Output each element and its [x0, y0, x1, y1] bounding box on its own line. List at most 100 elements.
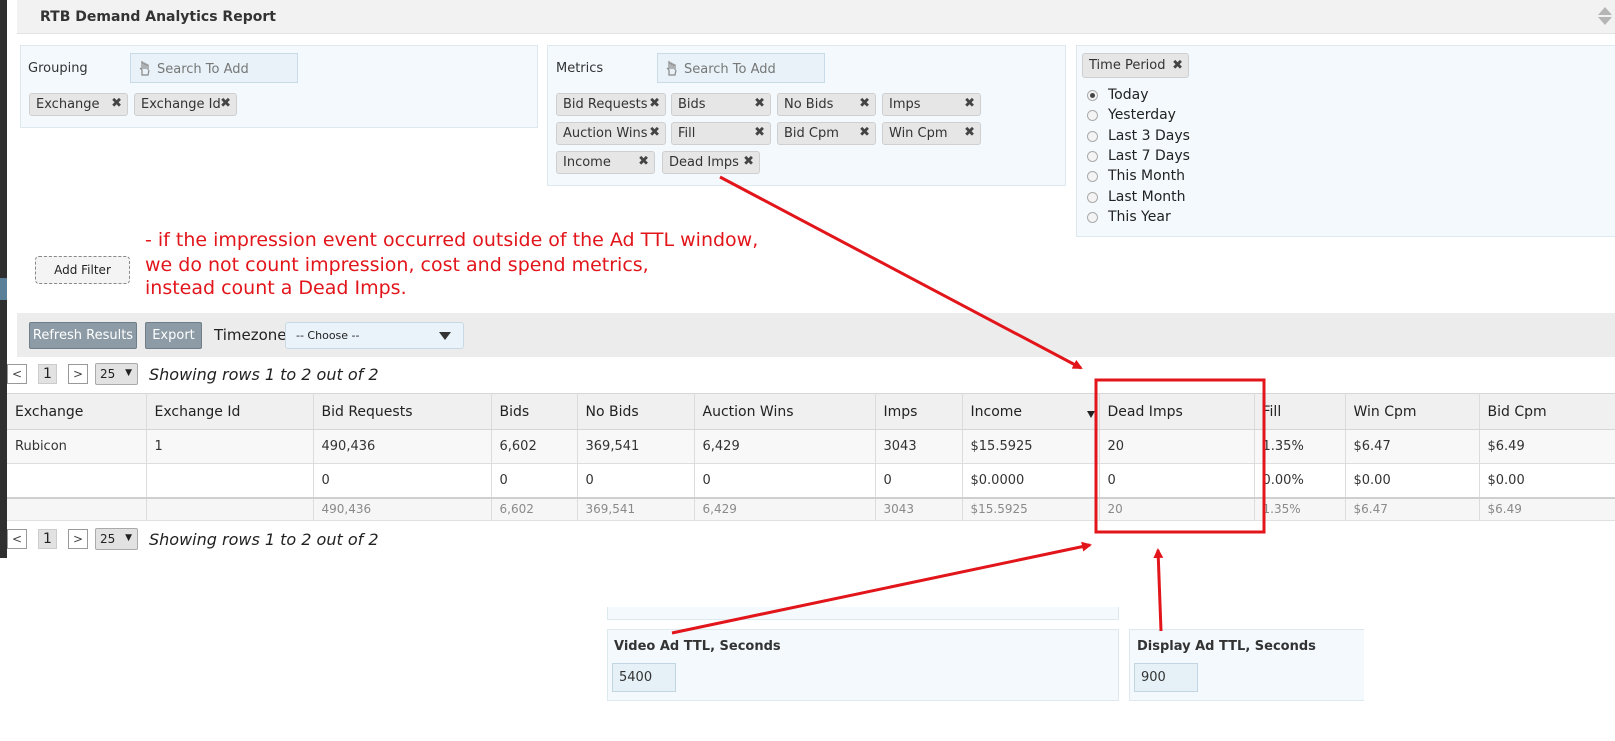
video-ttl-label: Video Ad TTL, Seconds — [614, 639, 781, 654]
table-cell: 0.00% — [1254, 463, 1346, 499]
metric-chip-bids[interactable]: Bids ✖ — [671, 93, 771, 116]
column-header-no-bids[interactable]: No Bids — [577, 393, 695, 430]
table-cell: 6,429 — [694, 429, 876, 464]
metric-chip-dead-imps[interactable]: Dead Imps ✖ — [662, 151, 760, 174]
collapse-toggle-icon[interactable] — [1593, 5, 1615, 29]
grouping-chip-exchange-id[interactable]: Exchange Id ✖ — [134, 93, 237, 116]
next-page-button-bottom[interactable]: > — [68, 529, 88, 549]
page-size-select-bottom[interactable]: 25 ▼ — [95, 528, 138, 550]
remove-icon[interactable]: ✖ — [859, 125, 870, 140]
refresh-results-button[interactable]: Refresh Results — [29, 322, 137, 349]
total-cell: 490,436 — [313, 497, 492, 521]
column-header-exchange-id[interactable]: Exchange Id — [146, 393, 314, 430]
column-header-exchange[interactable]: Exchange — [7, 393, 147, 430]
radio-button[interactable] — [1087, 110, 1098, 121]
hand-pointer-icon — [666, 61, 677, 76]
table-cell — [146, 463, 314, 499]
metrics-label: Metrics — [556, 61, 604, 76]
grouping-chip-exchange[interactable]: Exchange ✖ — [29, 93, 128, 116]
add-filter-button[interactable]: Add Filter — [35, 256, 130, 284]
table-cell: $0.00 — [1479, 463, 1615, 499]
remove-icon[interactable]: ✖ — [649, 125, 660, 140]
report-header: RTB Demand Analytics Report — [17, 0, 1615, 34]
remove-icon[interactable]: ✖ — [754, 96, 765, 111]
remove-icon[interactable]: ✖ — [859, 96, 870, 111]
time-period-chip[interactable]: Time Period ✖ — [1082, 53, 1189, 78]
metric-chip-bid-requests[interactable]: Bid Requests ✖ — [556, 93, 666, 116]
radio-button[interactable] — [1087, 212, 1098, 223]
remove-icon[interactable]: ✖ — [638, 154, 649, 169]
table-row[interactable]: 0 0 0 0 0 $0.0000 0 0.00% $0.00 $0.00 — [7, 463, 1615, 499]
table-cell: 20 — [1099, 429, 1255, 464]
column-header-bid-cpm[interactable]: Bid Cpm — [1479, 393, 1615, 430]
table-cell: $0.0000 — [962, 463, 1100, 499]
metric-chip-auction-wins[interactable]: Auction Wins ✖ — [556, 122, 666, 145]
table-cell: 1.35% — [1254, 429, 1346, 464]
remove-icon[interactable]: ✖ — [964, 96, 975, 111]
metric-chip-imps[interactable]: Imps ✖ — [882, 93, 981, 116]
metrics-search-placeholder: Search To Add — [684, 62, 776, 77]
total-cell: 6,602 — [491, 497, 578, 521]
table-cell: 490,436 — [313, 429, 492, 464]
metrics-search-input[interactable]: Search To Add — [657, 53, 825, 83]
column-header-imps[interactable]: Imps — [875, 393, 963, 430]
radio-button[interactable] — [1087, 192, 1098, 203]
annotation-line-2: we do not count impression, cost and spe… — [145, 254, 649, 276]
column-header-auction-wins[interactable]: Auction Wins — [694, 393, 876, 430]
sort-descending-icon — [1086, 411, 1095, 418]
display-ttl-input[interactable]: 900 — [1134, 663, 1198, 692]
table-cell: Rubicon — [7, 429, 147, 464]
column-header-bids[interactable]: Bids — [491, 393, 578, 430]
remove-icon[interactable]: ✖ — [111, 96, 122, 111]
side-tab[interactable] — [0, 278, 7, 300]
column-header-dead-imps[interactable]: Dead Imps — [1099, 393, 1255, 430]
table-row[interactable]: Rubicon 1 490,436 6,602 369,541 6,429 30… — [7, 429, 1615, 464]
radio-button[interactable] — [1087, 90, 1098, 101]
remove-icon[interactable]: ✖ — [964, 125, 975, 140]
caret-down-icon: ▼ — [125, 368, 132, 378]
table-cell: $6.47 — [1345, 429, 1480, 464]
export-button[interactable]: Export — [145, 322, 202, 349]
remove-icon[interactable]: ✖ — [649, 96, 660, 111]
arrow-from-display-ttl — [1153, 548, 1164, 632]
remove-icon[interactable]: ✖ — [754, 125, 765, 140]
table-cell: 0 — [313, 463, 492, 499]
remove-icon[interactable]: ✖ — [743, 154, 754, 169]
prev-page-button[interactable]: < — [7, 364, 27, 384]
video-ttl-input[interactable]: 5400 — [612, 663, 676, 692]
prev-page-button-bottom[interactable]: < — [7, 529, 27, 549]
page-number[interactable]: 1 — [38, 364, 57, 384]
remove-icon[interactable]: ✖ — [1172, 58, 1183, 73]
results-table: Exchange Exchange Id Bid Requests Bids N… — [7, 393, 1615, 521]
column-header-win-cpm[interactable]: Win Cpm — [1345, 393, 1480, 430]
page-number-bottom[interactable]: 1 — [38, 529, 57, 549]
grouping-search-input[interactable]: Search To Add — [130, 53, 298, 83]
column-header-fill[interactable]: Fill — [1254, 393, 1346, 430]
radio-button[interactable] — [1087, 131, 1098, 142]
metric-chip-no-bids[interactable]: No Bids ✖ — [777, 93, 876, 116]
metric-chip-bid-cpm[interactable]: Bid Cpm ✖ — [777, 122, 876, 145]
radio-button[interactable] — [1087, 151, 1098, 162]
page-size-select[interactable]: 25 ▼ — [95, 363, 138, 385]
metric-chip-income[interactable]: Income ✖ — [556, 151, 655, 174]
column-header-income[interactable]: Income — [962, 393, 1100, 430]
table-cell: 369,541 — [577, 429, 695, 464]
radio-button[interactable] — [1087, 171, 1098, 182]
total-cell: $15.5925 — [962, 497, 1100, 521]
remove-icon[interactable]: ✖ — [220, 96, 231, 111]
total-cell: 3043 — [875, 497, 963, 521]
chevron-down-icon — [439, 332, 451, 340]
settings-panel-fragment — [607, 607, 1119, 620]
grouping-search-placeholder: Search To Add — [157, 62, 249, 77]
next-page-button[interactable]: > — [68, 364, 88, 384]
metric-chip-fill[interactable]: Fill ✖ — [671, 122, 771, 145]
pager-status-bottom: Showing rows 1 to 2 out of 2 — [149, 530, 379, 549]
column-header-bid-requests[interactable]: Bid Requests — [313, 393, 492, 430]
annotation-line-1: - if the impression event occurred outsi… — [145, 229, 759, 251]
total-cell: 1.35% — [1254, 497, 1346, 521]
table-cell: $15.5925 — [962, 429, 1100, 464]
metric-chip-win-cpm[interactable]: Win Cpm ✖ — [882, 122, 981, 145]
hand-pointer-icon — [139, 61, 150, 76]
timezone-select[interactable]: -- Choose -- — [285, 322, 464, 349]
display-ttl-label: Display Ad TTL, Seconds — [1137, 639, 1316, 654]
